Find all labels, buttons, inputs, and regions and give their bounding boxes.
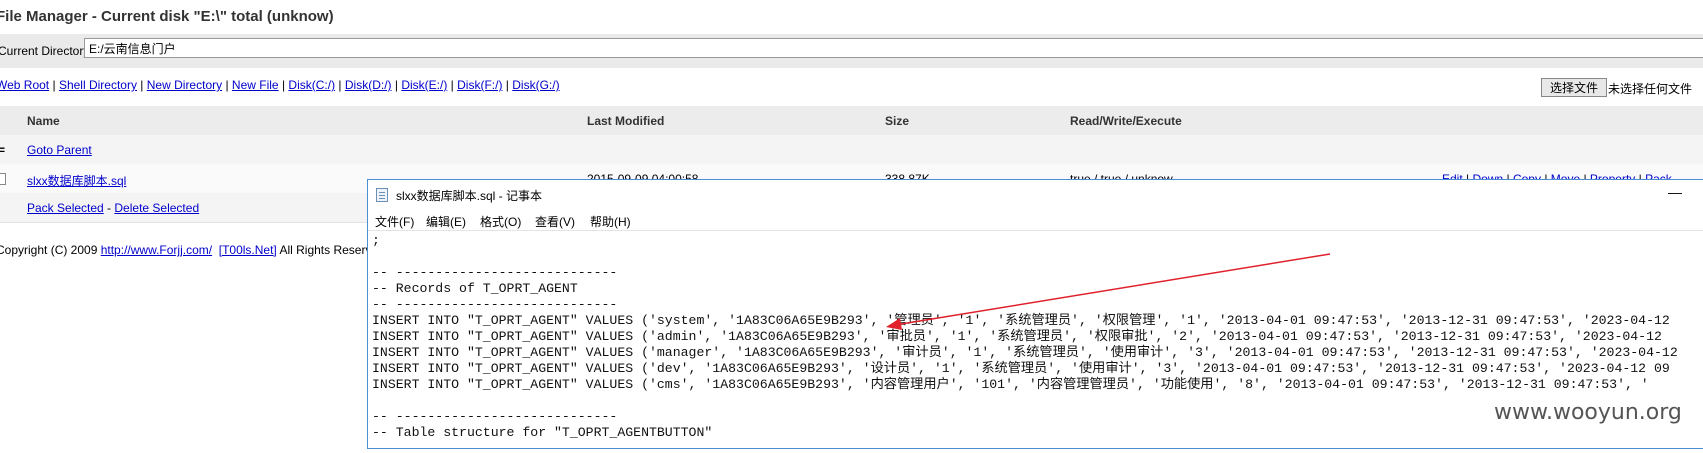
disk-f-link[interactable]: Disk(F:/) [457, 78, 502, 92]
notepad-icon [376, 188, 388, 202]
separator: | [278, 78, 289, 92]
column-size: Size [885, 114, 910, 128]
separator: | [447, 78, 458, 92]
text-line: -- ---------------------------- [372, 409, 618, 424]
notepad-title: slxx数据库脚本.sql - 记事本 [396, 189, 543, 203]
separator: | [49, 78, 59, 92]
t00ls-link[interactable]: [T00ls.Net] [219, 243, 277, 257]
separator: | [391, 78, 402, 92]
column-last-modified: Last Modified [587, 114, 665, 128]
file-table-header: Name Last Modified Size Read/Write/Execu… [0, 106, 1703, 136]
goto-parent-row: = Goto Parent [0, 135, 1703, 165]
disk-c-link[interactable]: Disk(C:/) [288, 78, 335, 92]
page-title: File Manager - Current disk "E:\" total … [0, 8, 334, 25]
text-line: -- ---------------------------- [372, 265, 618, 280]
file-status-text: 未选择任何文件 [1608, 82, 1693, 96]
column-rwx: Read/Write/Execute [1070, 114, 1182, 128]
shell-directory-link[interactable]: Shell Directory [59, 78, 137, 92]
new-file-link[interactable]: New File [232, 78, 279, 92]
disk-e-link[interactable]: Disk(E:/) [401, 78, 447, 92]
minimize-button[interactable]: — [1668, 184, 1682, 200]
current-directory-bar: Current Directory [0, 34, 1703, 68]
copyright-text: Copyright (C) 2009 [0, 243, 101, 257]
text-line: -- Records of T_OPRT_AGENT [372, 281, 578, 296]
current-directory-input[interactable] [84, 38, 1703, 58]
file-name-link[interactable]: slxx数据库脚本.sql [27, 172, 126, 189]
text-line: INSERT INTO "T_OPRT_AGENT" VALUES ('dev'… [372, 361, 1670, 376]
pack-selected-link[interactable]: Pack Selected [27, 201, 104, 215]
menu-format[interactable]: 格式(O) [480, 213, 521, 230]
column-name: Name [27, 114, 60, 128]
web-root-link[interactable]: Web Root [0, 78, 49, 92]
footer-text: Copyright (C) 2009 http://www.Forjj.com/… [0, 243, 385, 257]
bulk-separator: - [103, 201, 115, 215]
text-line: -- Table structure for "T_OPRT_AGENTBUTT… [372, 425, 713, 440]
menu-help[interactable]: 帮助(H) [590, 213, 631, 230]
file-checkbox[interactable] [0, 173, 6, 185]
separator: | [222, 78, 232, 92]
notepad-menubar: 文件(F) 编辑(E) 格式(O) 查看(V) 帮助(H) [368, 210, 1703, 231]
separator: | [136, 78, 147, 92]
text-line: INSERT INTO "T_OPRT_AGENT" VALUES ('mana… [372, 345, 1678, 360]
text-line: INSERT INTO "T_OPRT_AGENT" VALUES ('syst… [372, 313, 1670, 328]
parent-dir-marker: = [0, 143, 6, 157]
current-directory-label: Current Directory [0, 44, 90, 58]
choose-file-button[interactable]: 选择文件 [1541, 78, 1608, 97]
disk-g-link[interactable]: Disk(G:/) [512, 78, 559, 92]
menu-file[interactable]: 文件(F) [375, 213, 414, 230]
text-line: INSERT INTO "T_OPRT_AGENT" VALUES ('cms'… [372, 377, 1649, 392]
page-header: File Manager - Current disk "E:\" total … [0, 0, 1703, 34]
delete-selected-link[interactable]: Delete Selected [114, 201, 199, 215]
goto-parent-link[interactable]: Goto Parent [27, 143, 92, 157]
disk-d-link[interactable]: Disk(D:/) [345, 78, 392, 92]
toolbar: Web Root | Shell Directory | New Directo… [0, 68, 1703, 106]
toolbar-links: Web Root | Shell Directory | New Directo… [0, 78, 560, 92]
watermark: www.wooyun.org [1494, 400, 1682, 425]
forjj-link[interactable]: http://www.Forjj.com/ [101, 243, 212, 257]
separator: | [335, 78, 345, 92]
menu-edit[interactable]: 编辑(E) [426, 213, 466, 230]
separator: | [502, 78, 513, 92]
menu-view[interactable]: 查看(V) [535, 213, 575, 230]
text-line: ; [372, 233, 380, 248]
text-line: -- ---------------------------- [372, 297, 618, 312]
bulk-actions: Pack Selected - Delete Selected [27, 201, 199, 215]
notepad-titlebar[interactable]: slxx数据库脚本.sql - 记事本 — [368, 180, 1703, 210]
new-directory-link[interactable]: New Directory [147, 78, 222, 92]
text-line: INSERT INTO "T_OPRT_AGENT" VALUES ('admi… [372, 329, 1662, 344]
